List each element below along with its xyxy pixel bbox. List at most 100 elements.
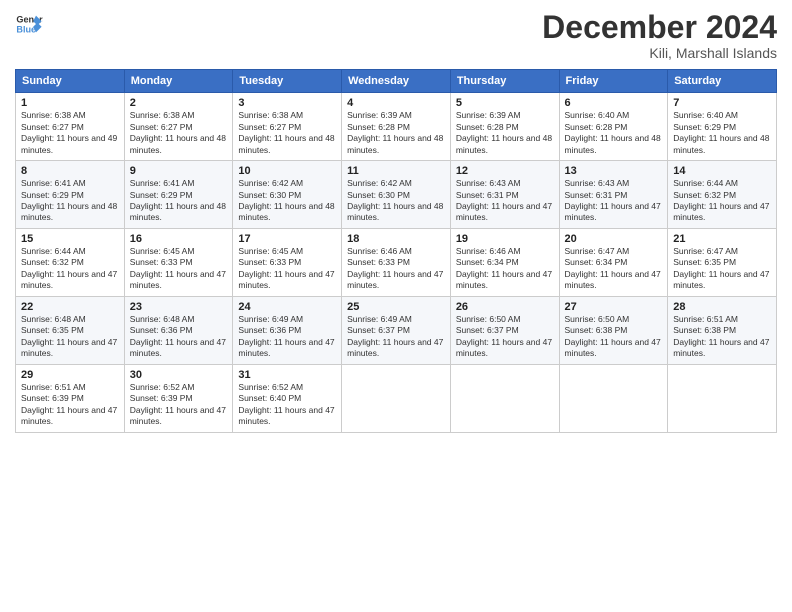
day-info: Sunrise: 6:43 AM Sunset: 6:31 PM Dayligh… [565, 178, 663, 224]
cell-3-3: 17 Sunrise: 6:45 AM Sunset: 6:33 PM Dayl… [233, 228, 342, 296]
day-info: Sunrise: 6:45 AM Sunset: 6:33 PM Dayligh… [130, 246, 228, 292]
day-info: Sunrise: 6:50 AM Sunset: 6:38 PM Dayligh… [565, 314, 663, 360]
day-info: Sunrise: 6:49 AM Sunset: 6:36 PM Dayligh… [238, 314, 336, 360]
day-info: Sunrise: 6:46 AM Sunset: 6:34 PM Dayligh… [456, 246, 554, 292]
cell-5-2: 30 Sunrise: 6:52 AM Sunset: 6:39 PM Dayl… [124, 364, 233, 432]
week-row-3: 15 Sunrise: 6:44 AM Sunset: 6:32 PM Dayl… [16, 228, 777, 296]
cell-1-5: 5 Sunrise: 6:39 AM Sunset: 6:28 PM Dayli… [450, 93, 559, 161]
cell-5-6 [559, 364, 668, 432]
cell-2-5: 12 Sunrise: 6:43 AM Sunset: 6:31 PM Dayl… [450, 161, 559, 229]
cell-3-1: 15 Sunrise: 6:44 AM Sunset: 6:32 PM Dayl… [16, 228, 125, 296]
day-info: Sunrise: 6:38 AM Sunset: 6:27 PM Dayligh… [21, 110, 119, 156]
day-number: 1 [21, 97, 119, 109]
day-info: Sunrise: 6:52 AM Sunset: 6:39 PM Dayligh… [130, 382, 228, 428]
day-number: 17 [238, 233, 336, 245]
cell-5-1: 29 Sunrise: 6:51 AM Sunset: 6:39 PM Dayl… [16, 364, 125, 432]
day-number: 29 [21, 369, 119, 381]
day-info: Sunrise: 6:44 AM Sunset: 6:32 PM Dayligh… [673, 178, 771, 224]
day-info: Sunrise: 6:41 AM Sunset: 6:29 PM Dayligh… [130, 178, 228, 224]
col-sunday: Sunday [16, 70, 125, 93]
cell-4-1: 22 Sunrise: 6:48 AM Sunset: 6:35 PM Dayl… [16, 296, 125, 364]
day-info: Sunrise: 6:46 AM Sunset: 6:33 PM Dayligh… [347, 246, 445, 292]
day-number: 26 [456, 301, 554, 313]
header: General Blue December 2024 Kili, Marshal… [15, 10, 777, 61]
day-number: 11 [347, 165, 445, 177]
day-number: 27 [565, 301, 663, 313]
day-number: 31 [238, 369, 336, 381]
day-info: Sunrise: 6:51 AM Sunset: 6:38 PM Dayligh… [673, 314, 771, 360]
day-number: 25 [347, 301, 445, 313]
cell-4-7: 28 Sunrise: 6:51 AM Sunset: 6:38 PM Dayl… [668, 296, 777, 364]
cell-2-2: 9 Sunrise: 6:41 AM Sunset: 6:29 PM Dayli… [124, 161, 233, 229]
cell-2-4: 11 Sunrise: 6:42 AM Sunset: 6:30 PM Dayl… [342, 161, 451, 229]
day-info: Sunrise: 6:45 AM Sunset: 6:33 PM Dayligh… [238, 246, 336, 292]
day-info: Sunrise: 6:39 AM Sunset: 6:28 PM Dayligh… [456, 110, 554, 156]
logo: General Blue [15, 10, 43, 38]
cell-1-7: 7 Sunrise: 6:40 AM Sunset: 6:29 PM Dayli… [668, 93, 777, 161]
week-row-5: 29 Sunrise: 6:51 AM Sunset: 6:39 PM Dayl… [16, 364, 777, 432]
cell-3-2: 16 Sunrise: 6:45 AM Sunset: 6:33 PM Dayl… [124, 228, 233, 296]
page: General Blue December 2024 Kili, Marshal… [0, 0, 792, 612]
day-number: 6 [565, 97, 663, 109]
day-number: 18 [347, 233, 445, 245]
day-info: Sunrise: 6:47 AM Sunset: 6:35 PM Dayligh… [673, 246, 771, 292]
cell-5-3: 31 Sunrise: 6:52 AM Sunset: 6:40 PM Dayl… [233, 364, 342, 432]
day-number: 3 [238, 97, 336, 109]
cell-2-6: 13 Sunrise: 6:43 AM Sunset: 6:31 PM Dayl… [559, 161, 668, 229]
cell-4-3: 24 Sunrise: 6:49 AM Sunset: 6:36 PM Dayl… [233, 296, 342, 364]
day-info: Sunrise: 6:51 AM Sunset: 6:39 PM Dayligh… [21, 382, 119, 428]
day-number: 30 [130, 369, 228, 381]
cell-3-6: 20 Sunrise: 6:47 AM Sunset: 6:34 PM Dayl… [559, 228, 668, 296]
cell-1-6: 6 Sunrise: 6:40 AM Sunset: 6:28 PM Dayli… [559, 93, 668, 161]
cell-2-7: 14 Sunrise: 6:44 AM Sunset: 6:32 PM Dayl… [668, 161, 777, 229]
day-info: Sunrise: 6:49 AM Sunset: 6:37 PM Dayligh… [347, 314, 445, 360]
day-info: Sunrise: 6:47 AM Sunset: 6:34 PM Dayligh… [565, 246, 663, 292]
day-number: 13 [565, 165, 663, 177]
day-info: Sunrise: 6:43 AM Sunset: 6:31 PM Dayligh… [456, 178, 554, 224]
day-info: Sunrise: 6:48 AM Sunset: 6:36 PM Dayligh… [130, 314, 228, 360]
day-number: 28 [673, 301, 771, 313]
day-number: 24 [238, 301, 336, 313]
day-number: 16 [130, 233, 228, 245]
day-info: Sunrise: 6:41 AM Sunset: 6:29 PM Dayligh… [21, 178, 119, 224]
cell-4-4: 25 Sunrise: 6:49 AM Sunset: 6:37 PM Dayl… [342, 296, 451, 364]
day-number: 9 [130, 165, 228, 177]
day-number: 10 [238, 165, 336, 177]
col-thursday: Thursday [450, 70, 559, 93]
day-number: 19 [456, 233, 554, 245]
day-info: Sunrise: 6:38 AM Sunset: 6:27 PM Dayligh… [130, 110, 228, 156]
calendar-table: Sunday Monday Tuesday Wednesday Thursday… [15, 69, 777, 432]
day-info: Sunrise: 6:40 AM Sunset: 6:29 PM Dayligh… [673, 110, 771, 156]
col-saturday: Saturday [668, 70, 777, 93]
svg-text:Blue: Blue [16, 24, 36, 34]
day-info: Sunrise: 6:42 AM Sunset: 6:30 PM Dayligh… [347, 178, 445, 224]
cell-5-7 [668, 364, 777, 432]
week-row-1: 1 Sunrise: 6:38 AM Sunset: 6:27 PM Dayli… [16, 93, 777, 161]
day-number: 7 [673, 97, 771, 109]
day-info: Sunrise: 6:42 AM Sunset: 6:30 PM Dayligh… [238, 178, 336, 224]
day-number: 22 [21, 301, 119, 313]
cell-4-5: 26 Sunrise: 6:50 AM Sunset: 6:37 PM Dayl… [450, 296, 559, 364]
cell-2-1: 8 Sunrise: 6:41 AM Sunset: 6:29 PM Dayli… [16, 161, 125, 229]
cell-5-5 [450, 364, 559, 432]
cell-1-2: 2 Sunrise: 6:38 AM Sunset: 6:27 PM Dayli… [124, 93, 233, 161]
day-number: 2 [130, 97, 228, 109]
day-number: 8 [21, 165, 119, 177]
day-info: Sunrise: 6:52 AM Sunset: 6:40 PM Dayligh… [238, 382, 336, 428]
day-number: 4 [347, 97, 445, 109]
col-friday: Friday [559, 70, 668, 93]
day-number: 5 [456, 97, 554, 109]
calendar-title: December 2024 [542, 10, 777, 45]
header-row: Sunday Monday Tuesday Wednesday Thursday… [16, 70, 777, 93]
cell-3-4: 18 Sunrise: 6:46 AM Sunset: 6:33 PM Dayl… [342, 228, 451, 296]
day-info: Sunrise: 6:48 AM Sunset: 6:35 PM Dayligh… [21, 314, 119, 360]
day-info: Sunrise: 6:44 AM Sunset: 6:32 PM Dayligh… [21, 246, 119, 292]
day-number: 21 [673, 233, 771, 245]
day-info: Sunrise: 6:50 AM Sunset: 6:37 PM Dayligh… [456, 314, 554, 360]
cell-1-4: 4 Sunrise: 6:39 AM Sunset: 6:28 PM Dayli… [342, 93, 451, 161]
title-block: December 2024 Kili, Marshall Islands [542, 10, 777, 61]
cell-4-6: 27 Sunrise: 6:50 AM Sunset: 6:38 PM Dayl… [559, 296, 668, 364]
week-row-4: 22 Sunrise: 6:48 AM Sunset: 6:35 PM Dayl… [16, 296, 777, 364]
day-info: Sunrise: 6:40 AM Sunset: 6:28 PM Dayligh… [565, 110, 663, 156]
day-number: 23 [130, 301, 228, 313]
